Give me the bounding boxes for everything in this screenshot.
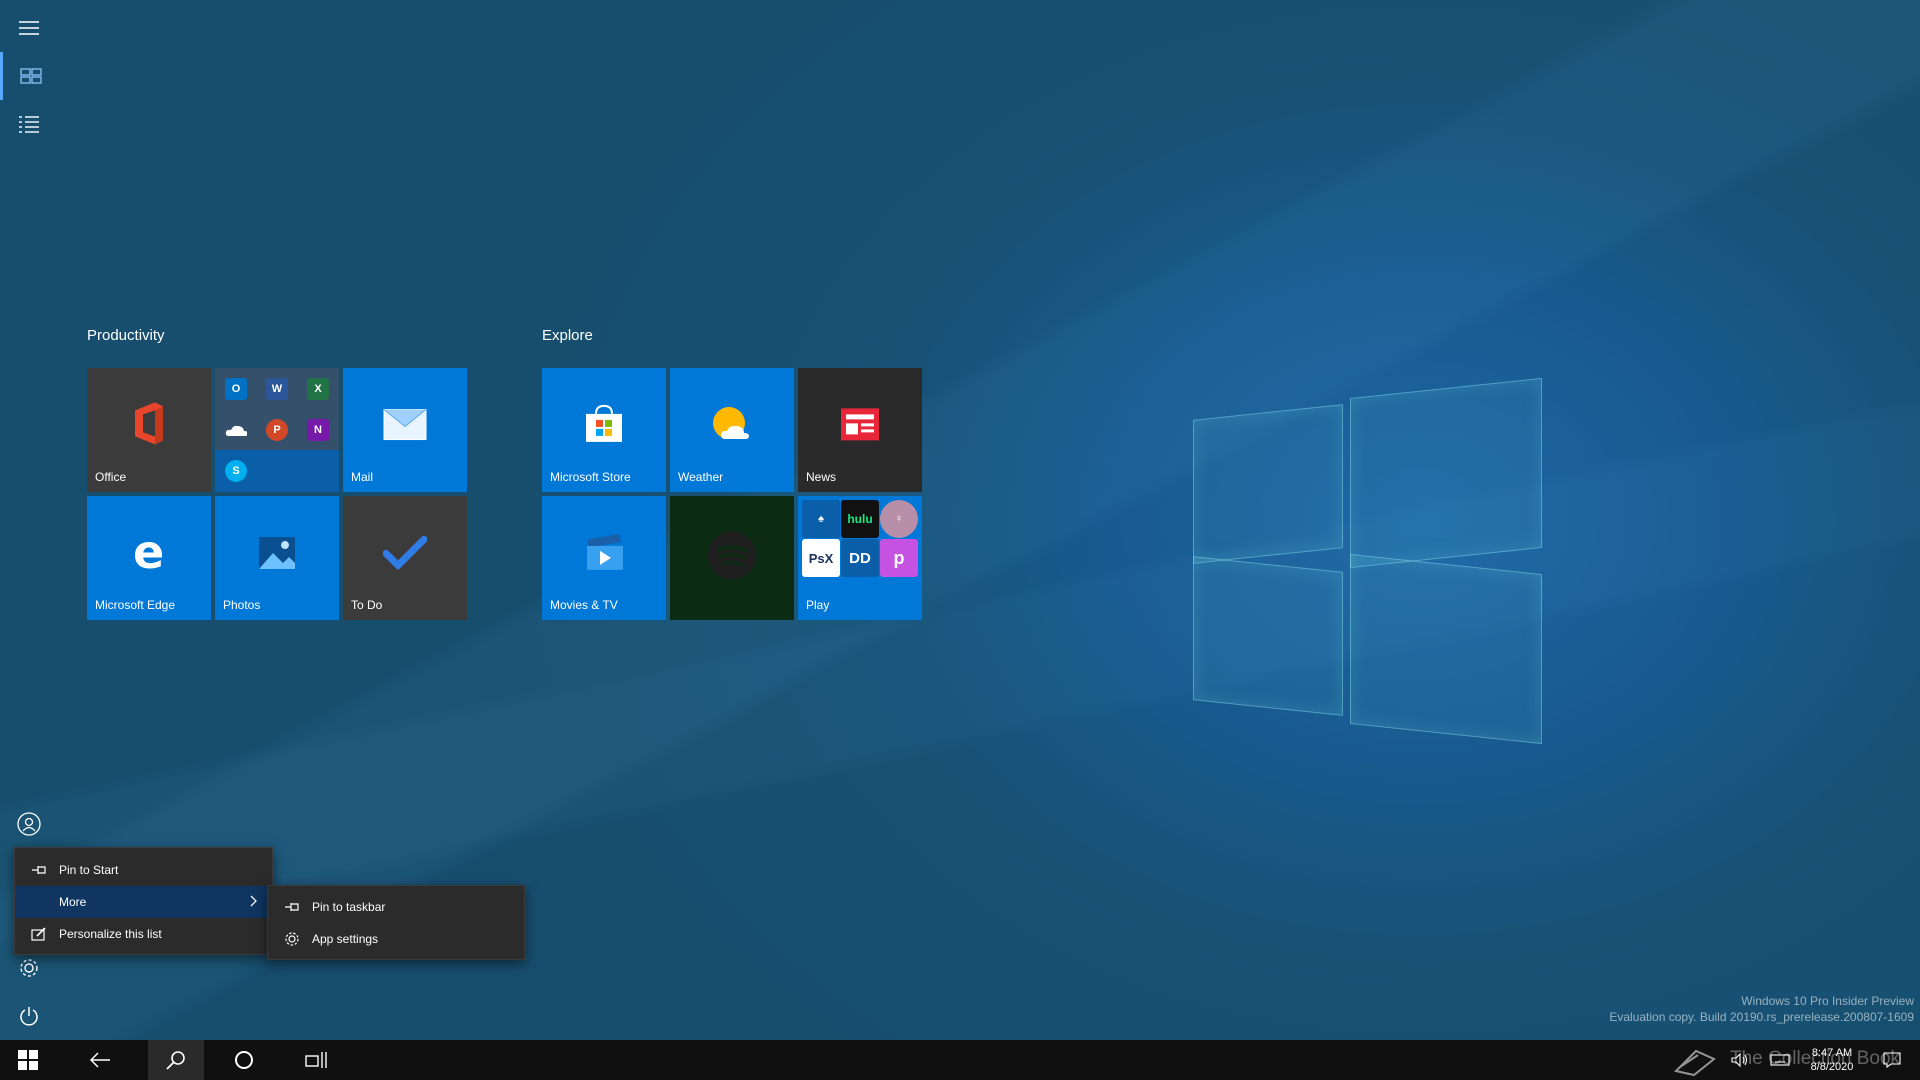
action-center-icon[interactable] [1872,1040,1912,1080]
tile-play-folder[interactable]: ♠ hulu ♀ PsX DD p Play [798,496,922,620]
tile-label: Microsoft Store [550,470,631,484]
build-watermark-line2: Evaluation copy. Build 20190.rs_prerelea… [1609,1010,1914,1024]
menu-item-label: Pin to Start [59,863,119,877]
clock-date: 8/8/2020 [1810,1061,1854,1073]
windows-icon [18,1050,38,1070]
photos-icon [257,533,297,576]
user-icon[interactable] [0,800,58,848]
movies-tv-icon [583,532,625,577]
news-icon [840,407,880,446]
tile-photos[interactable]: Photos [215,496,339,620]
task-view-icon [305,1052,327,1068]
tile-label: Play [806,598,830,612]
tile-label: Weather [678,470,724,484]
weather-sun-cloud-icon [711,405,753,448]
pin-icon [29,864,49,876]
tile-movies-tv[interactable]: Movies & TV [542,496,666,620]
word-icon: W [266,378,288,400]
tile-label: News [806,470,837,484]
tile-office-apps-folder[interactable]: O W X P N S [215,368,339,492]
tile-to-do[interactable]: To Do [343,496,467,620]
start-button[interactable] [4,1040,52,1080]
pin-icon [282,901,302,913]
onenote-icon: N [307,419,329,441]
checkmark-icon [382,535,428,574]
tile-label: Movies & TV [550,598,618,612]
edge-icon: e [129,525,169,579]
tile-office[interactable]: Office [87,368,211,492]
search-button[interactable] [148,1040,204,1080]
all-apps-list-icon[interactable] [0,100,58,148]
menu-item-app-settings[interactable]: App settings [268,923,524,955]
clock-time: 8:47 AM [1811,1047,1853,1059]
onedrive-icon [225,419,247,441]
psx-icon: PsX [802,539,840,577]
hulu-icon: hulu [841,500,879,538]
dolby-icon: DD [841,539,879,577]
tile-label: Office [95,470,127,484]
gear-icon [282,931,302,947]
keyboard-icon[interactable] [1766,1040,1794,1080]
group-title-explore[interactable]: Explore [542,327,593,344]
more-submenu: Pin to taskbar App settings [267,885,525,960]
spotify-icon [707,531,757,586]
cortana-button[interactable] [220,1040,268,1080]
tile-microsoft-edge[interactable]: e Microsoft Edge [87,496,211,620]
powerpoint-icon: P [266,419,288,441]
hamburger-icon[interactable] [0,4,58,52]
volume-icon[interactable] [1726,1040,1754,1080]
back-button[interactable] [76,1040,124,1080]
solitaire-icon: ♠ [802,500,840,538]
tile-microsoft-store[interactable]: Microsoft Store [542,368,666,492]
skype-icon: S [225,460,247,482]
menu-item-label: Pin to taskbar [312,900,386,914]
arrow-left-icon [90,1052,110,1068]
tile-label: Photos [223,598,261,612]
chevron-right-icon [250,895,258,910]
menu-item-personalize-this-list[interactable]: Personalize this list [15,918,272,950]
outlook-icon: O [225,378,247,400]
tile-label: Mail [351,470,374,484]
taskbar: The Collection Book 8:47 AM 8/8/2020 [0,1040,1920,1080]
tile-label: Microsoft Edge [95,598,176,612]
power-icon[interactable] [0,992,58,1040]
build-watermark-line1: Windows 10 Pro Insider Preview [1741,994,1914,1008]
tile-weather[interactable]: Weather [670,368,794,492]
menu-item-pin-to-taskbar[interactable]: Pin to taskbar [268,891,524,923]
menu-item-label: More [59,895,87,909]
mail-icon [383,409,427,446]
menu-item-label: Personalize this list [59,927,162,941]
group-title-productivity[interactable]: Productivity [87,327,165,344]
personalize-icon [29,927,49,941]
clock[interactable]: 8:47 AM 8/8/2020 [1796,1040,1868,1080]
menu-item-label: App settings [312,932,379,946]
menu-item-more[interactable]: More [15,886,272,918]
search-icon [166,1051,185,1070]
office-icon [129,400,169,451]
game-avatar-icon: ♀ [880,500,918,538]
tile-news[interactable]: News [798,368,922,492]
task-view-button[interactable] [292,1040,340,1080]
tiles-view-icon[interactable] [0,52,58,100]
store-icon [584,404,624,449]
cortana-icon [235,1051,253,1069]
tile-label: To Do [351,598,383,612]
tile-spotify[interactable] [670,496,794,620]
context-menu: Pin to Start More Personalize this list [14,847,273,955]
collection-book-logo-icon [1668,1044,1722,1078]
menu-item-pin-to-start[interactable]: Pin to Start [15,854,272,886]
tile-mail[interactable]: Mail [343,368,467,492]
svg-text:e: e [133,532,164,572]
excel-icon: X [307,378,329,400]
picsart-icon: p [880,539,918,577]
